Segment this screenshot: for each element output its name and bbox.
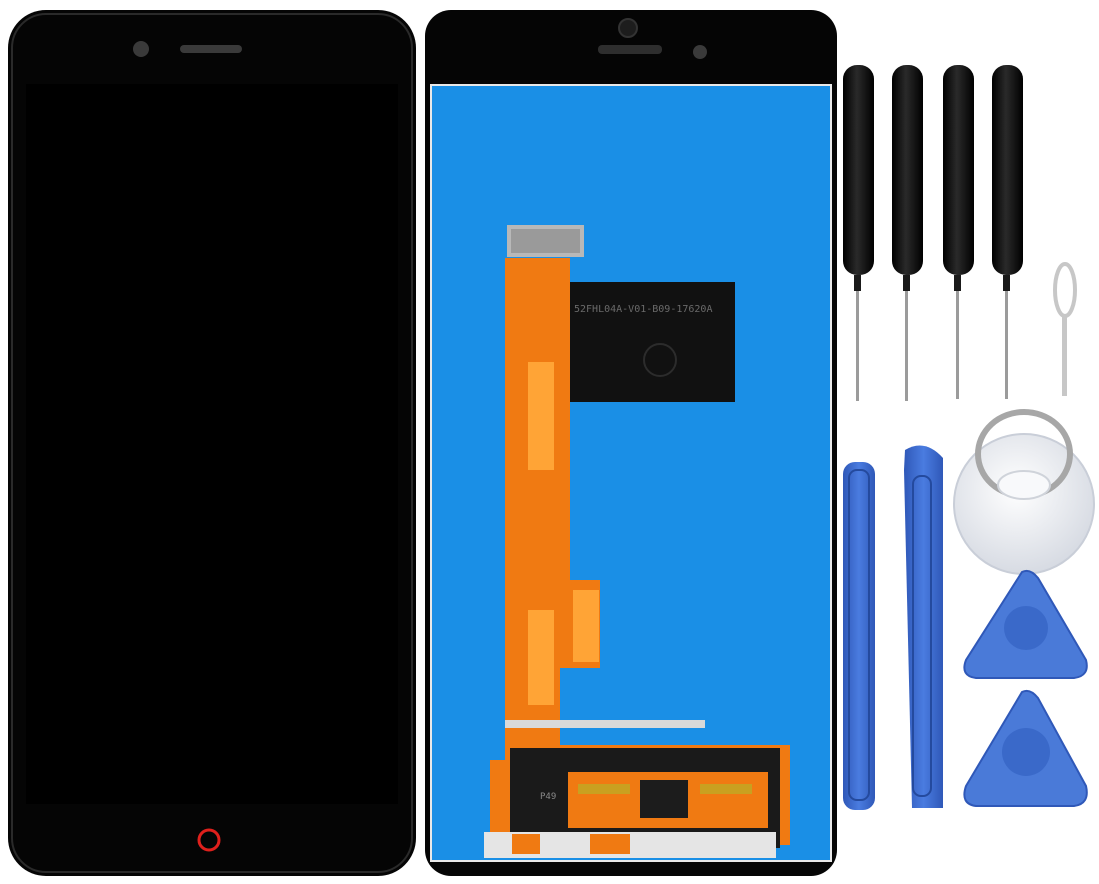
screwdriver-1: [843, 65, 874, 401]
flex-label-text: 52FHL04A-V01-B09-17620A: [574, 304, 712, 315]
spudger-1: [843, 462, 875, 810]
screwdriver-4: [992, 65, 1023, 399]
chip-label-text: P49: [540, 792, 556, 802]
back-camera-icon: [618, 18, 638, 38]
driver-chip: [640, 780, 688, 818]
sensor-icon: [693, 45, 707, 59]
front-display: [26, 84, 398, 804]
product-photo: 52FHL04A-V01-B09-17620A P49: [0, 0, 1099, 884]
flex-label-block: [570, 282, 735, 402]
triangle-pick-2: [963, 689, 1088, 807]
triangle-picks: [963, 569, 1088, 807]
speaker-slot-icon: [598, 45, 662, 54]
screwdrivers: [843, 65, 1023, 401]
spudger-2: [904, 445, 943, 808]
screwdriver-2: [892, 65, 923, 401]
pry-spudgers: [843, 445, 943, 810]
photo-canvas: 52FHL04A-V01-B09-17620A P49: [8, 10, 1095, 876]
lcd-back: 52FHL04A-V01-B09-17620A P49: [425, 10, 837, 876]
triangle-pick-1: [963, 569, 1088, 679]
front-camera-icon: [133, 41, 149, 57]
suction-cup: [953, 409, 1095, 575]
lcd-blue-panel: [432, 86, 830, 860]
sim-eject-pin: [1053, 262, 1077, 396]
lcd-front: [8, 10, 416, 876]
earpiece-icon: [180, 45, 242, 53]
screwdriver-3: [943, 65, 974, 399]
